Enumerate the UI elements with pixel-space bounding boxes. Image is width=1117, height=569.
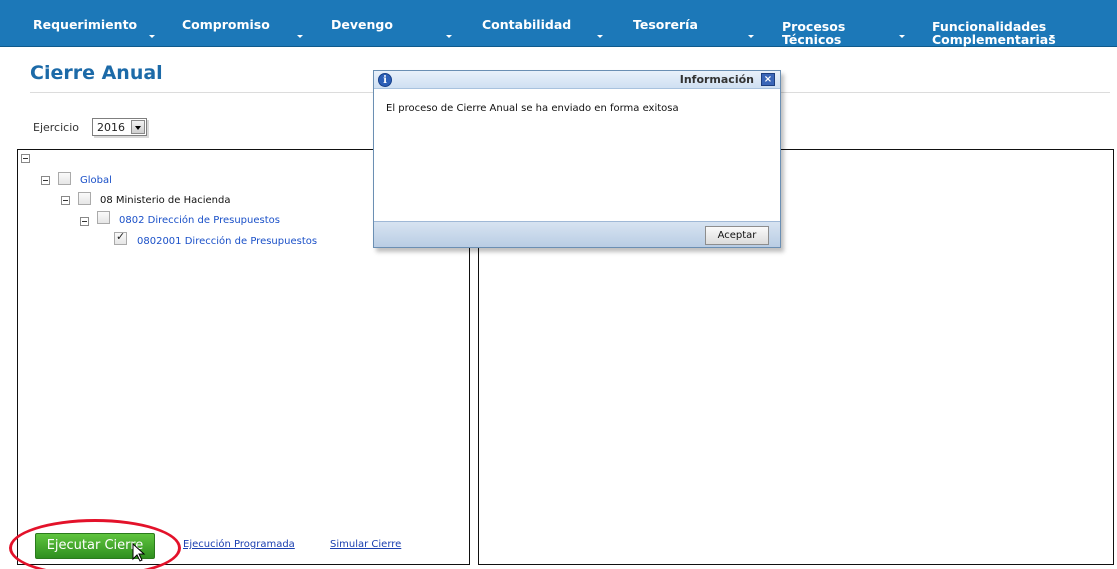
ejercicio-selected-value: 2016 (97, 121, 125, 134)
top-nav: Requerimiento Compromiso Devengo Contabi… (0, 0, 1117, 47)
checkbox-0802[interactable] (97, 211, 110, 224)
nav-tesoreria[interactable]: Tesorería (633, 0, 758, 47)
chevron-down-icon (597, 35, 603, 38)
nav-compromiso[interactable]: Compromiso (182, 0, 307, 47)
chevron-down-icon[interactable] (131, 120, 145, 134)
tree-node-0802001[interactable]: 0802001 Dirección de Presupuestos (137, 236, 317, 247)
chevron-down-icon (1049, 35, 1055, 38)
collapse-icon[interactable] (41, 176, 50, 185)
chevron-down-icon (748, 35, 754, 38)
nav-funcionalidades-label: Funcionalidades Complementarias (932, 20, 1056, 46)
dialog-message: El proceso de Cierre Anual se ha enviado… (386, 103, 679, 114)
nav-tesoreria-label: Tesorería (633, 17, 698, 32)
scheduled-execution-link[interactable]: Ejecución Programada (183, 539, 295, 550)
info-dialog: i Información × El proceso de Cierre Anu… (373, 70, 781, 248)
ejercicio-select[interactable]: 2016 (92, 118, 147, 136)
checkbox-global[interactable] (58, 172, 71, 185)
chevron-down-icon (899, 35, 905, 38)
checkbox-0802001[interactable] (114, 230, 127, 245)
nav-devengo-label: Devengo (331, 17, 393, 32)
close-icon[interactable]: × (761, 73, 775, 86)
execute-close-button[interactable]: Ejecutar Cierre (35, 533, 155, 559)
tree-node-ministerio[interactable]: 08 Ministerio de Hacienda (100, 195, 230, 206)
nav-requerimiento-label: Requerimiento (33, 17, 138, 32)
dialog-header[interactable]: i Información × (374, 71, 780, 89)
nav-procesos-line2: Técnicos (782, 32, 842, 47)
nav-devengo[interactable]: Devengo (331, 0, 456, 47)
nav-funcionalidades-line2: Complementarias (932, 32, 1056, 47)
nav-compromiso-label: Compromiso (182, 17, 270, 32)
nav-procesos-tecnicos-label: Procesos Técnicos (782, 20, 845, 46)
nav-requerimiento[interactable]: Requerimiento (33, 0, 163, 47)
nav-contabilidad-label: Contabilidad (482, 17, 572, 32)
chevron-down-icon (297, 35, 303, 38)
tree-node-0802[interactable]: 0802 Dirección de Presupuestos (119, 215, 280, 226)
chevron-down-icon (446, 35, 452, 38)
accept-button[interactable]: Aceptar (705, 226, 769, 245)
nav-funcionalidades-complementarias[interactable]: Funcionalidades Complementarias (932, 0, 1112, 47)
simulate-close-link[interactable]: Simular Cierre (330, 539, 401, 550)
nav-procesos-tecnicos[interactable]: Procesos Técnicos (782, 0, 907, 47)
page-title: Cierre Anual (30, 62, 163, 84)
nav-contabilidad[interactable]: Contabilidad (482, 0, 607, 47)
dialog-footer: Aceptar (374, 221, 780, 247)
collapse-root-icon[interactable] (21, 154, 30, 163)
chevron-down-icon (149, 35, 155, 38)
collapse-icon[interactable] (80, 217, 89, 226)
dialog-title: Información (679, 73, 754, 86)
collapse-icon[interactable] (61, 196, 70, 205)
checkbox-ministerio[interactable] (78, 192, 91, 205)
tree-node-global[interactable]: Global (80, 175, 112, 186)
ejercicio-label: Ejercicio (33, 121, 79, 134)
info-icon: i (378, 73, 392, 87)
